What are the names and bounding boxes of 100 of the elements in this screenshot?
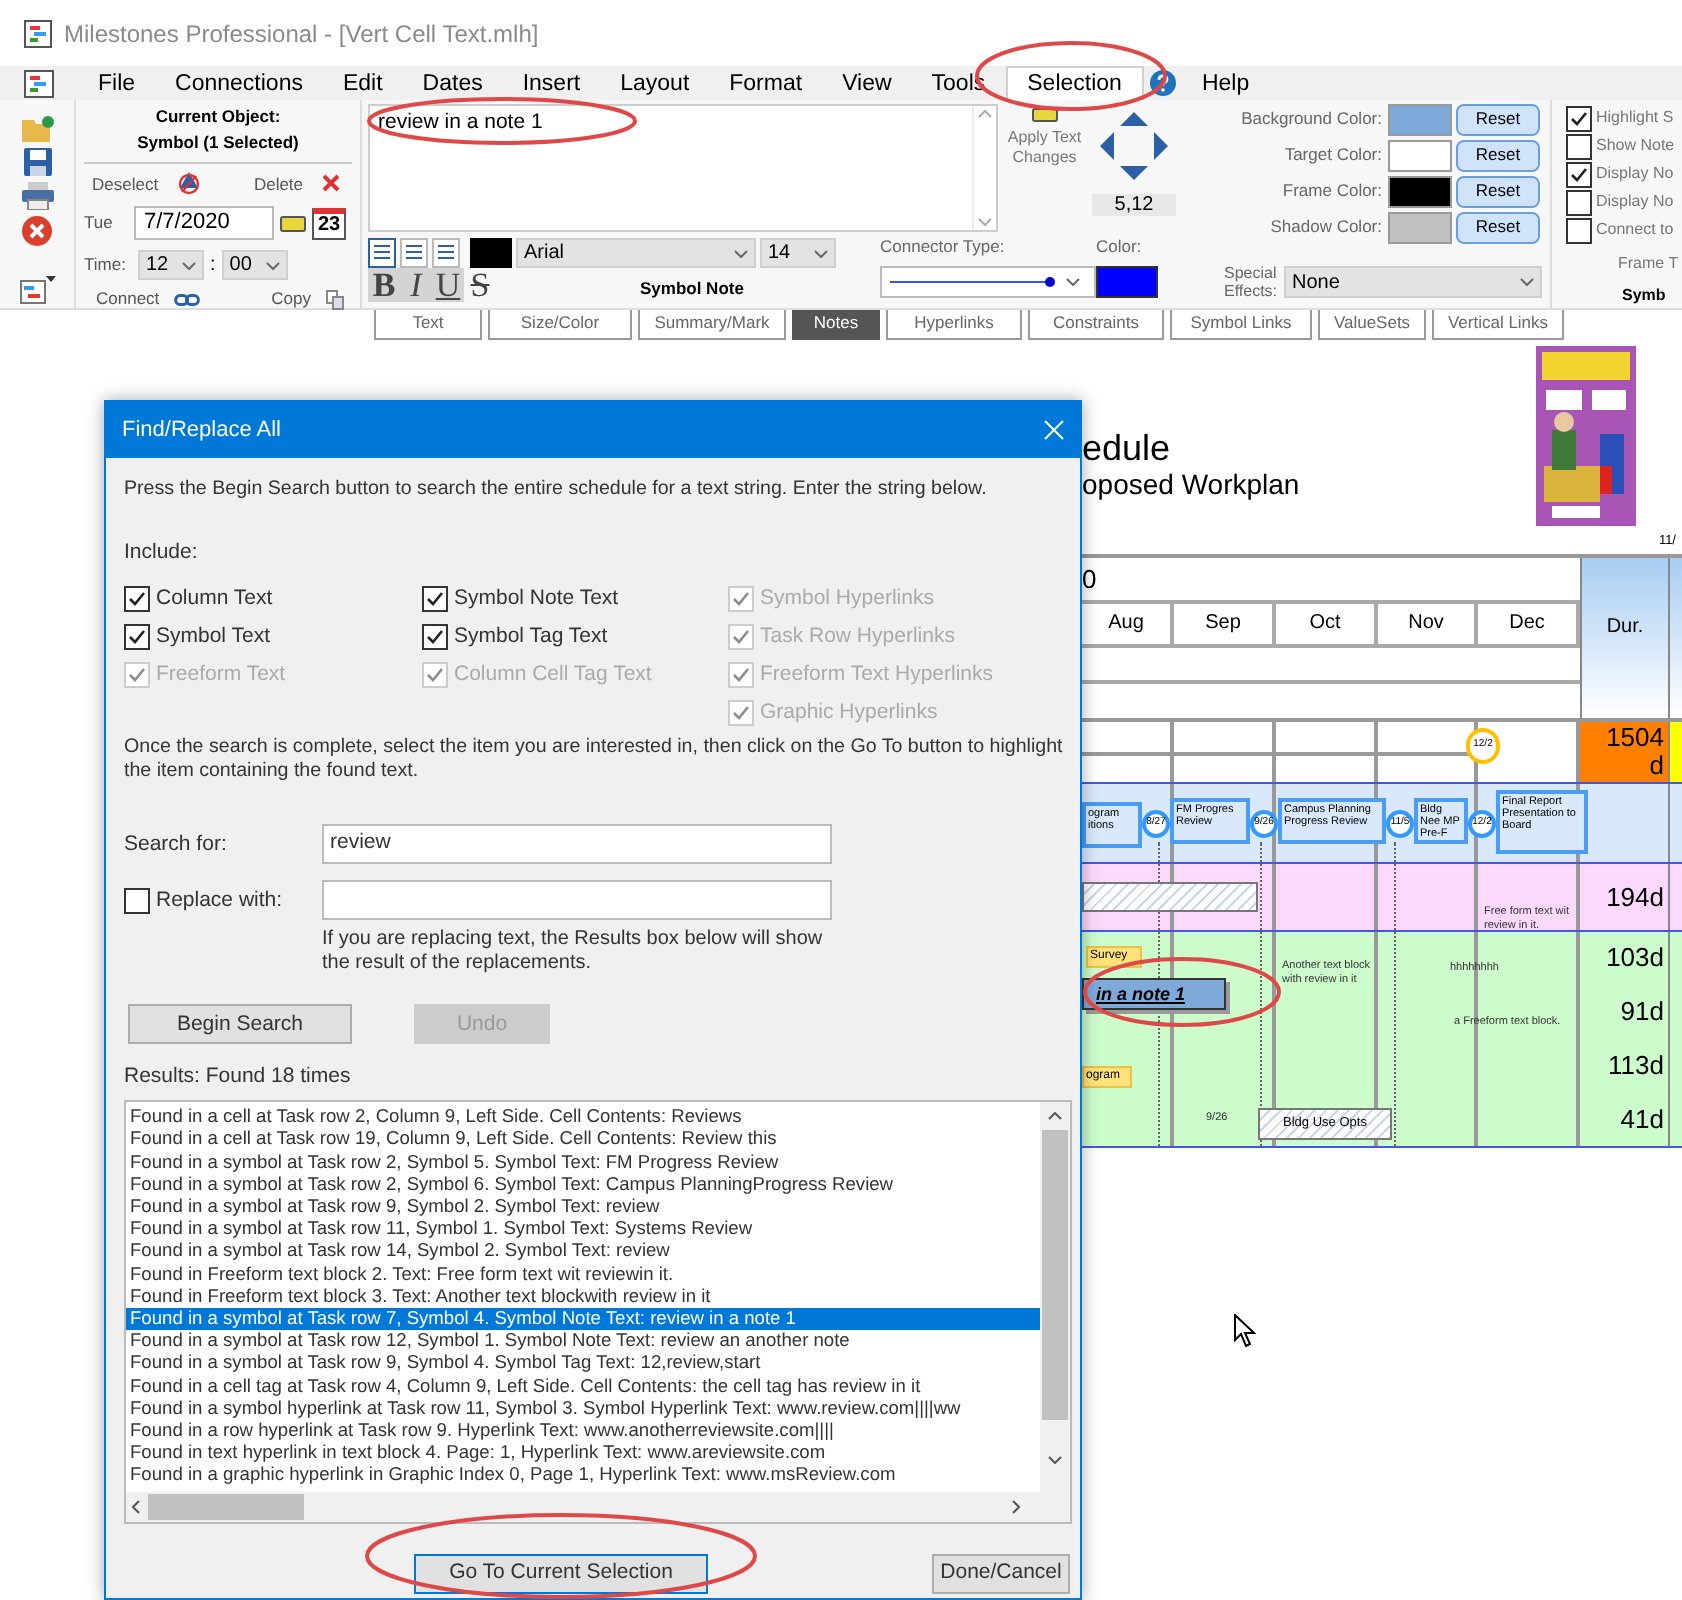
scrollbar-thumb[interactable] [148,1494,304,1521]
ribbon-tab[interactable]: ValueSets [1318,310,1426,340]
menu-item[interactable]: Connections [155,68,323,100]
ribbon-tab[interactable]: Vertical Links [1432,310,1564,340]
reset-button[interactable]: Reset [1456,139,1540,171]
link-icon[interactable] [174,293,201,306]
ribbon-tab[interactable]: Size/Color [488,310,632,340]
result-item[interactable]: Found in a cell tag at Task row 4, Column 9, Left Side. Cell Contents: the cell tag has review in it [126,1375,1040,1398]
menu-item[interactable]: View [822,68,912,100]
result-item[interactable]: Found in a cell at Task row 19, Column 9, Left Side. Cell Contents: Review this [126,1128,1040,1152]
format-button[interactable]: U [432,268,464,302]
checkbox[interactable] [124,887,150,914]
scroll-left-icon[interactable] [132,1500,140,1515]
ribbon-tab[interactable]: Symbol Links [1170,310,1312,340]
task-bar[interactable] [1082,882,1258,912]
delete-icon[interactable] [321,174,340,193]
ribbon-tab[interactable]: Constraints [1028,310,1164,340]
date-field[interactable]: 7/7/2020 [134,206,274,241]
result-item[interactable]: Found in a symbol at Task row 14, Symbol 2. Symbol Text: review [126,1240,1040,1264]
special-effects-dropdown[interactable]: None [1284,266,1542,298]
connect-label[interactable]: Connect [96,286,160,312]
checkbox[interactable] [124,624,150,651]
layout-icon[interactable] [19,276,55,304]
align-icon[interactable] [400,238,428,268]
checkbox[interactable] [1566,133,1592,159]
calendar-button[interactable]: 23 [312,207,346,240]
direction-arrows-icon[interactable] [1100,112,1168,180]
result-item[interactable]: Found in text hyperlink in text block 4. Page: 1, Hyperlink Text: www.areviewsite.com [126,1442,1040,1465]
checkbox[interactable] [1566,189,1592,215]
checkbox[interactable] [124,586,150,613]
apply-text-button[interactable]: Apply Text Changes [997,100,1092,234]
format-button[interactable]: B [368,268,400,302]
scrollbar-thumb[interactable] [1042,1130,1068,1421]
color-swatch[interactable] [1388,211,1452,243]
menu-item[interactable]: Edit [322,68,403,100]
deselect-label[interactable]: Deselect [92,171,159,197]
result-item[interactable]: Found in a symbol hyperlink at Task row 11, Symbol 3. Symbol Hyperlink Text: www.review.com||||ww [126,1397,1040,1421]
close-icon[interactable] [22,216,52,246]
go-to-selection-button[interactable]: Go To Current Selection [414,1554,708,1595]
result-item[interactable]: Found in a row hyperlink at Task row 9. Hyperlink Text: www.anotherreviewsite.com|||| [126,1420,1040,1443]
result-item[interactable]: Found in a symbol at Task row 11, Symbol 1. Symbol Text: Systems Review [126,1218,1040,1241]
selected-symbol[interactable]: in a note 1 [1082,978,1226,1010]
format-button[interactable]: I [400,268,432,302]
text-color-swatch[interactable] [470,238,512,268]
close-icon[interactable] [1044,420,1064,440]
result-item[interactable]: Found in Freeform text block 3. Text: Another text blockwith review in it [126,1285,1040,1309]
app-menu-icon[interactable] [24,70,54,98]
result-item[interactable]: Found in a symbol at Task row 2, Symbol 6. Symbol Text: Campus PlanningProgress Review [126,1173,1040,1196]
printer-icon[interactable] [21,182,53,210]
ribbon-tab[interactable]: Summary/Mark [638,310,786,340]
menu-item[interactable]: Insert [502,68,601,100]
replace-field[interactable] [322,880,832,921]
color-swatch[interactable] [1388,103,1452,135]
scroll-up-icon[interactable] [1048,1112,1062,1121]
align-icon[interactable] [432,238,460,268]
menu-item[interactable]: Selection [1005,66,1144,100]
ribbon-tab[interactable]: Hyperlinks [886,310,1022,340]
search-field[interactable]: review [322,824,832,865]
reset-button[interactable]: Reset [1456,175,1540,207]
ribbon-tab[interactable]: Text [374,310,482,340]
result-item[interactable]: Found in a symbol at Task row 12, Symbol 1. Symbol Note Text: review an another note [126,1330,1040,1353]
save-icon[interactable] [23,148,51,176]
ribbon-tab[interactable]: Notes [792,310,880,340]
color-swatch[interactable] [1388,175,1452,207]
reset-button[interactable]: Reset [1456,211,1540,243]
hour-dropdown[interactable]: 12 [138,250,204,281]
open-folder-icon[interactable] [21,116,53,142]
result-item[interactable]: Found in a graphic hyperlink in Graphic Index 0, Page 1, Hyperlink Text: www.msReview.com [126,1464,1040,1488]
checkbox[interactable] [422,624,448,651]
font-dropdown[interactable]: Arial [516,238,756,268]
result-item[interactable]: Found in a symbol at Task row 2, Symbol 5. Symbol Text: FM Progress Review [126,1151,1040,1174]
format-button[interactable]: S [464,268,496,302]
font-size-dropdown[interactable]: 14 [760,238,836,268]
connector-type-dropdown[interactable] [880,265,1096,298]
menu-item[interactable]: Help [1181,68,1270,100]
help-icon[interactable] [1149,70,1176,96]
result-item[interactable]: Found in a symbol at Task row 9, Symbol 4. Symbol Tag Text: 12,review,start [126,1352,1040,1376]
ruler-icon[interactable] [280,215,306,232]
deselect-icon[interactable] [177,171,200,196]
menu-item[interactable]: Layout [600,68,710,100]
minute-dropdown[interactable]: 00 [221,250,288,281]
reset-button[interactable]: Reset [1456,103,1540,135]
checkbox[interactable] [1566,217,1592,243]
result-item[interactable]: Found in a symbol at Task row 9, Symbol 2. Symbol Text: review [126,1196,1040,1219]
delete-label[interactable]: Delete [253,171,304,197]
scroll-down-icon[interactable] [1048,1456,1062,1465]
color-swatch[interactable] [1388,139,1452,171]
copy-label[interactable]: Copy [271,286,311,312]
checkbox[interactable] [422,586,448,613]
connector-color-swatch[interactable] [1096,265,1158,298]
result-item[interactable]: Found in a cell at Task row 2, Column 9, Left Side. Cell Contents: Reviews [126,1106,1040,1129]
result-item[interactable]: Found in a symbol at Task row 7, Symbol 4. Symbol Note Text: review in a note 1 [126,1308,1040,1331]
done-cancel-button[interactable]: Done/Cancel [932,1554,1070,1595]
begin-search-button[interactable]: Begin Search [128,1004,352,1045]
menu-item[interactable]: Dates [402,68,503,100]
menu-item[interactable]: Format [709,68,823,100]
align-icon[interactable] [368,238,396,268]
result-item[interactable]: Found in Freeform text block 2. Text: Free form text wit reviewin it. [126,1263,1040,1286]
scroll-right-icon[interactable] [1012,1500,1020,1515]
checkbox[interactable] [1566,161,1592,187]
